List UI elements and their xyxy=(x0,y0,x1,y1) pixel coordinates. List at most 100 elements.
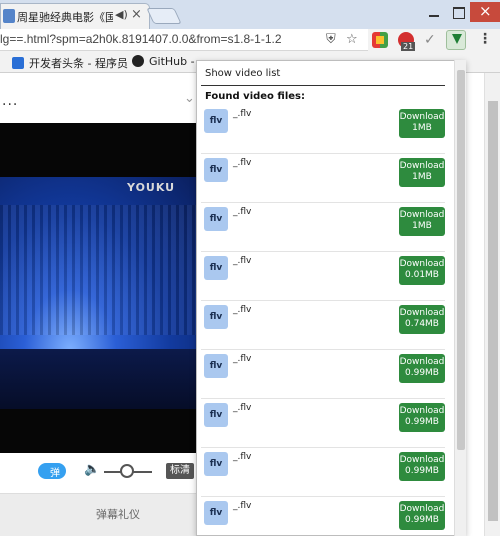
volume-icon[interactable]: 🔈 xyxy=(84,462,100,477)
quality-button[interactable]: 标清 xyxy=(166,463,194,479)
file-size: 0.99MB xyxy=(405,417,439,427)
more-ellipsis[interactable]: ... xyxy=(2,93,18,109)
flv-file-icon: flv xyxy=(204,158,228,182)
bookmark-item-github[interactable]: GitHub - xyxy=(132,55,195,68)
popup-scrollbar[interactable] xyxy=(454,60,466,536)
file-list: flv _.flv Download 1MB flv _.flv Download 1MB fl… xyxy=(201,105,445,535)
bookmark-label: 开发者头条 - 程序员 xyxy=(29,57,128,70)
flv-file-icon: flv xyxy=(204,354,228,378)
download-label: Download xyxy=(399,357,445,367)
browser-menu-icon[interactable]: ⋮ xyxy=(478,31,492,47)
download-button[interactable]: Download 0.99MB xyxy=(399,403,445,432)
flv-file-icon: flv xyxy=(204,452,228,476)
download-label: Download xyxy=(399,504,445,514)
found-files-heading: Found video files: xyxy=(205,91,305,102)
list-item: flv _.flv Download 0.99MB xyxy=(201,350,445,399)
download-button[interactable]: Download 0.01MB xyxy=(399,256,445,285)
minimize-button[interactable] xyxy=(422,2,446,22)
download-button[interactable]: Download 1MB xyxy=(399,158,445,187)
flv-file-icon: flv xyxy=(204,501,228,525)
list-item: flv _.flv Download 0.74MB xyxy=(201,301,445,350)
close-icon[interactable]: × xyxy=(131,7,142,22)
download-button[interactable]: Download 1MB xyxy=(399,207,445,236)
file-size: 0.99MB xyxy=(405,466,439,476)
list-item: flv _.flv Download 0.01MB xyxy=(201,252,445,301)
file-size: 0.99MB xyxy=(405,368,439,378)
url-text[interactable]: lg==.html?spm=a2h0k.8191407.0.0&from=s1.… xyxy=(0,32,282,46)
file-size: 0.01MB xyxy=(405,270,439,280)
address-bar[interactable]: lg==.html?spm=a2h0k.8191407.0.0&from=s1.… xyxy=(0,29,368,51)
download-label: Download xyxy=(399,259,445,269)
file-size: 1MB xyxy=(412,172,432,182)
list-item: flv _.flv Download 0.99MB xyxy=(201,448,445,497)
list-item: flv _.flv Download 1MB xyxy=(201,154,445,203)
maximize-button[interactable] xyxy=(446,2,470,22)
github-icon xyxy=(132,55,144,67)
danmu-toggle[interactable]: 弹 xyxy=(38,463,66,479)
flv-file-icon: flv xyxy=(204,403,228,427)
download-button[interactable]: Download 0.99MB xyxy=(399,501,445,530)
download-label: Download xyxy=(399,112,445,122)
volume-slider-knob[interactable] xyxy=(120,464,134,478)
file-name: _.flv xyxy=(233,256,252,266)
close-window-button[interactable] xyxy=(470,2,500,22)
divider xyxy=(201,85,445,86)
file-size: 1MB xyxy=(412,221,432,231)
file-name: _.flv xyxy=(233,109,252,119)
video-downloader-extension-icon[interactable] xyxy=(446,30,466,50)
video-player[interactable]: YOUKU xyxy=(0,123,200,453)
file-name: _.flv xyxy=(233,452,252,462)
file-size: 0.74MB xyxy=(405,319,439,329)
video-watermark: YOUKU xyxy=(127,181,176,194)
download-button[interactable]: Download 0.99MB xyxy=(399,452,445,481)
list-item: flv _.flv Download 0.99MB xyxy=(201,497,445,535)
show-video-list-link[interactable]: Show video list xyxy=(205,68,280,79)
video-downloader-popup: Show video list Found video files: flv _.… xyxy=(196,60,466,536)
file-name: _.flv xyxy=(233,403,252,413)
list-item: flv _.flv Download 1MB xyxy=(201,105,445,154)
download-label: Download xyxy=(399,210,445,220)
flv-file-icon: flv xyxy=(204,256,228,280)
color-picker-extension-icon[interactable] xyxy=(372,32,388,48)
speaker-icon[interactable]: ◀) xyxy=(115,8,128,21)
flv-file-icon: flv xyxy=(204,207,228,231)
browser-toolbar: lg==.html?spm=a2h0k.8191407.0.0&from=s1.… xyxy=(0,29,500,52)
page-scrollbar-thumb[interactable] xyxy=(488,101,498,521)
new-tab-button[interactable] xyxy=(146,8,182,24)
bookmark-label: GitHub - xyxy=(149,55,195,68)
tab-strip: 周星驰经典电影《国 ◀) × xyxy=(0,0,500,29)
danmu-bar: 弹幕礼仪 xyxy=(0,493,200,536)
blocked-content-icon[interactable]: ⛨ xyxy=(326,32,336,47)
chevron-down-icon[interactable]: ⌄ xyxy=(184,91,195,106)
download-button[interactable]: Download 0.99MB xyxy=(399,354,445,383)
file-name: _.flv xyxy=(233,501,252,511)
file-size: 1MB xyxy=(412,123,432,133)
file-name: _.flv xyxy=(233,305,252,315)
flv-file-icon: flv xyxy=(204,109,228,133)
flv-file-icon: flv xyxy=(204,305,228,329)
download-button[interactable]: Download 1MB xyxy=(399,109,445,138)
bookmark-star-icon[interactable]: ☆ xyxy=(346,32,358,47)
page-scrollbar[interactable] xyxy=(484,73,500,536)
browser-window: 周星驰经典电影《国 ◀) × lg==.html?spm=a2h0k.81914… xyxy=(0,0,500,536)
bookmark-item-dev-headlines[interactable]: 开发者头条 - 程序员 xyxy=(12,55,128,71)
tab-title: 周星驰经典电影《国 xyxy=(17,11,113,24)
browser-tab[interactable]: 周星驰经典电影《国 ◀) × xyxy=(0,3,150,29)
file-size: 0.99MB xyxy=(405,515,439,525)
popup-scrollbar-thumb[interactable] xyxy=(457,70,465,450)
file-name: _.flv xyxy=(233,158,252,168)
file-name: _.flv xyxy=(233,207,252,217)
danmu-etiquette-link[interactable]: 弹幕礼仪 xyxy=(96,506,140,522)
file-name: _.flv xyxy=(233,354,252,364)
download-button[interactable]: Download 0.74MB xyxy=(399,305,445,334)
check-extension-icon[interactable]: ✓ xyxy=(424,32,440,48)
page-favicon-icon xyxy=(3,9,15,23)
list-item: flv _.flv Download 1MB xyxy=(201,203,445,252)
list-item: flv _.flv Download 0.99MB xyxy=(201,399,445,448)
download-label: Download xyxy=(399,455,445,465)
download-label: Download xyxy=(399,406,445,416)
bookmark-icon xyxy=(12,57,24,69)
download-label: Download xyxy=(399,161,445,171)
danmu-toggle-label: 弹 xyxy=(50,468,60,479)
download-label: Download xyxy=(399,308,445,318)
